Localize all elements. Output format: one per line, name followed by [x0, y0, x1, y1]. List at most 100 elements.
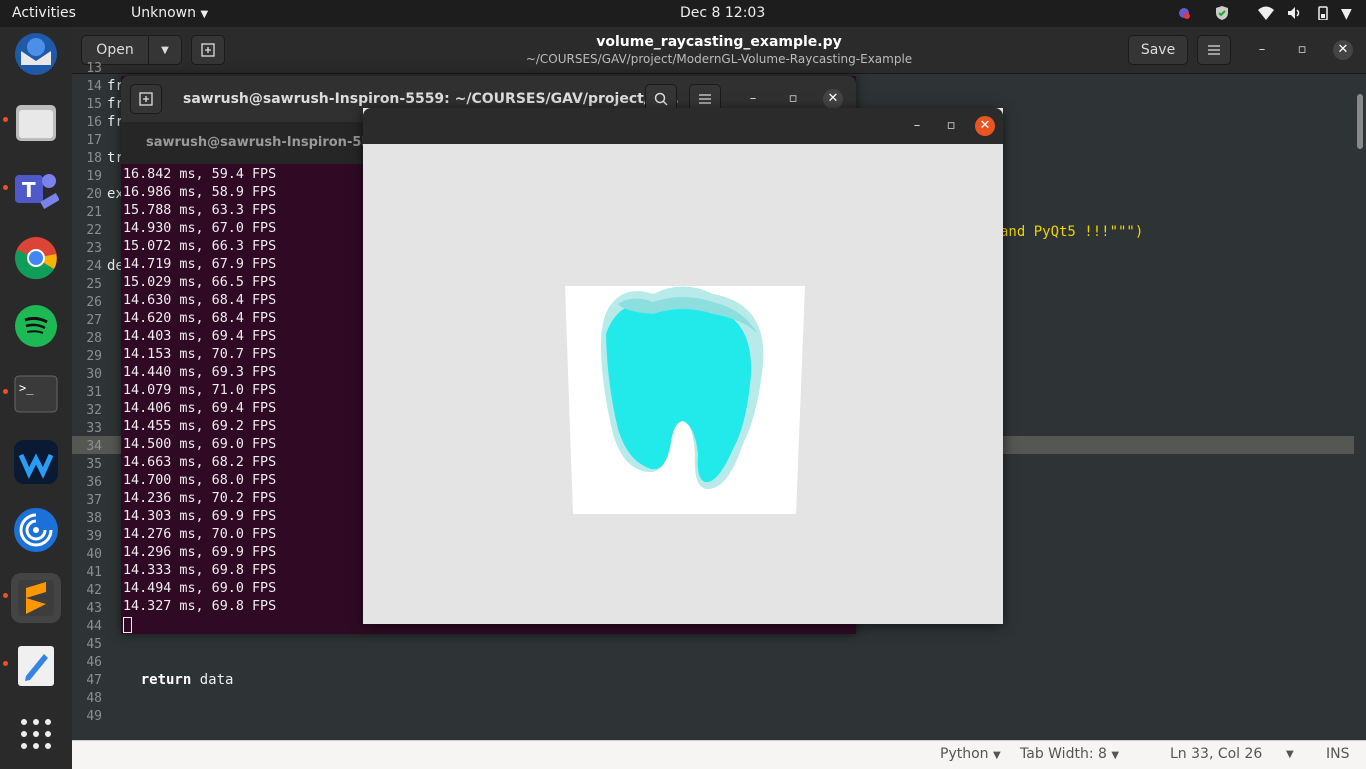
editor-headerbar: Open ▼ volume_raycasting_example.py ~/CO… — [72, 27, 1366, 74]
terminal-line: 15.788 ms, 63.3 FPS — [123, 203, 277, 218]
minimize-icon[interactable]: – — [908, 117, 926, 135]
volume-icon[interactable] — [1287, 6, 1303, 20]
text-editor-icon[interactable] — [11, 641, 61, 691]
terminal-line: 14.276 ms, 70.0 FPS — [123, 527, 277, 542]
line-number: 49 — [86, 709, 102, 724]
minimize-icon[interactable]: – — [1253, 41, 1271, 59]
line-number: 17 — [86, 133, 102, 148]
terminal-line: 14.079 ms, 71.0 FPS — [123, 383, 277, 398]
tab-width-selector[interactable]: Tab Width: 8 ▼ — [1020, 746, 1119, 762]
line-number: 36 — [86, 475, 102, 490]
line-number: 18 — [86, 151, 102, 166]
line-number: 43 — [86, 601, 102, 616]
terminal-cursor — [123, 617, 132, 633]
line-number: 37 — [86, 493, 102, 508]
chevron-down-icon: ▼ — [992, 750, 1001, 761]
files-icon[interactable] — [11, 97, 61, 147]
wifi-icon[interactable] — [1258, 6, 1274, 20]
teams-icon[interactable]: T — [11, 165, 61, 215]
chrome-icon[interactable] — [11, 233, 61, 283]
close-icon[interactable]: ✕ — [975, 116, 995, 136]
line-number: 30 — [86, 367, 102, 382]
spotify-icon[interactable] — [11, 301, 61, 351]
line-number: 20 — [86, 187, 102, 202]
line-number: 40 — [86, 547, 102, 562]
chevron-down-icon[interactable]: ▼ — [1286, 749, 1294, 760]
running-indicator — [3, 593, 8, 598]
line-number: 27 — [86, 313, 102, 328]
line-number: 42 — [86, 583, 102, 598]
terminal-line: 14.700 ms, 68.0 FPS — [123, 473, 277, 488]
activities-button[interactable]: Activities — [12, 5, 76, 21]
line-number: 21 — [86, 205, 102, 220]
line-number: 25 — [86, 277, 102, 292]
terminal-line: 14.930 ms, 67.0 FPS — [123, 221, 277, 236]
line-number: 24 — [86, 259, 102, 274]
chevron-down-icon: ▼ — [1111, 750, 1120, 761]
window-title: volume_raycasting_example.py — [596, 34, 842, 50]
close-icon[interactable]: ✕ — [823, 89, 843, 109]
terminal-line: 15.029 ms, 66.5 FPS — [123, 275, 277, 290]
string-literal: and PyQt5 !!!""") — [1000, 224, 1144, 240]
clock[interactable]: Dec 8 12:03 — [680, 5, 765, 21]
show-apps-icon[interactable] — [11, 709, 61, 759]
terminal-line: 14.494 ms, 69.0 FPS — [123, 581, 277, 596]
line-number: 34 — [86, 439, 102, 454]
terminal-line: 14.663 ms, 68.2 FPS — [123, 455, 277, 470]
top-bar: Activities Unknown ▼ Dec 8 12:03 ▼ — [0, 0, 1366, 27]
open-recent-chevron-icon[interactable]: ▼ — [148, 35, 182, 65]
thunderbird-icon[interactable] — [11, 29, 61, 79]
line-number: 19 — [86, 169, 102, 184]
notification-icon[interactable] — [1176, 6, 1192, 20]
volume-render-canvas[interactable] — [363, 144, 1003, 624]
scrollbar-thumb[interactable] — [1357, 94, 1363, 149]
terminal-line: 16.986 ms, 58.9 FPS — [123, 185, 277, 200]
sublime-text-icon[interactable] — [11, 573, 61, 623]
svg-text:>_: >_ — [19, 381, 34, 395]
terminal-tab-title: sawrush@sawrush-Inspiron-555 — [146, 135, 380, 150]
terminal-line: 14.236 ms, 70.2 FPS — [123, 491, 277, 506]
hamburger-menu-icon[interactable] — [1197, 35, 1231, 65]
line-number: 41 — [86, 565, 102, 580]
maximize-icon[interactable]: ▫ — [942, 117, 960, 135]
app-menu[interactable]: Unknown ▼ — [131, 5, 208, 21]
maximize-icon[interactable]: ▫ — [1293, 41, 1311, 59]
line-number: 15 — [86, 97, 102, 112]
line-number: 47 — [86, 673, 102, 688]
new-tab-icon[interactable] — [191, 35, 225, 65]
code-line: return data — [140, 672, 234, 688]
terminal-line: 14.303 ms, 69.9 FPS — [123, 509, 277, 524]
minimize-icon[interactable]: – — [744, 90, 762, 108]
language-selector[interactable]: Python ▼ — [940, 746, 1001, 762]
app-menu-label: Unknown — [131, 5, 196, 21]
terminal-line: 14.630 ms, 68.4 FPS — [123, 293, 277, 308]
editor-scrollbar[interactable] — [1354, 74, 1366, 740]
webex-icon[interactable] — [11, 437, 61, 487]
maximize-icon[interactable]: ▫ — [784, 90, 802, 108]
terminal-line: 14.333 ms, 69.8 FPS — [123, 563, 277, 578]
cursor-position[interactable]: Ln 33, Col 26 — [1170, 746, 1262, 762]
line-number: 13 — [86, 61, 102, 76]
running-indicator — [3, 661, 8, 666]
insert-mode: INS — [1326, 746, 1350, 762]
terminal-icon[interactable]: >_ — [11, 369, 61, 419]
line-number: 28 — [86, 331, 102, 346]
shield-icon[interactable] — [1215, 6, 1231, 20]
terminal-line: 14.406 ms, 69.4 FPS — [123, 401, 277, 416]
close-icon[interactable]: ✕ — [1333, 40, 1353, 60]
line-number: 33 — [86, 421, 102, 436]
line-number: 31 — [86, 385, 102, 400]
line-number: 44 — [86, 619, 102, 634]
battery-icon[interactable] — [1315, 6, 1331, 21]
line-number: 16 — [86, 115, 102, 130]
terminal-line: 14.440 ms, 69.3 FPS — [123, 365, 277, 380]
new-tab-icon[interactable] — [130, 84, 162, 114]
line-number: 29 — [86, 349, 102, 364]
save-button[interactable]: Save — [1128, 35, 1188, 65]
system-menu-chevron-icon[interactable]: ▼ — [1341, 6, 1357, 22]
gnome-connections-icon[interactable] — [11, 505, 61, 555]
line-number: 32 — [86, 403, 102, 418]
terminal-line: 14.327 ms, 69.8 FPS — [123, 599, 277, 614]
terminal-line: 14.500 ms, 69.0 FPS — [123, 437, 277, 452]
line-number: 45 — [86, 637, 102, 652]
